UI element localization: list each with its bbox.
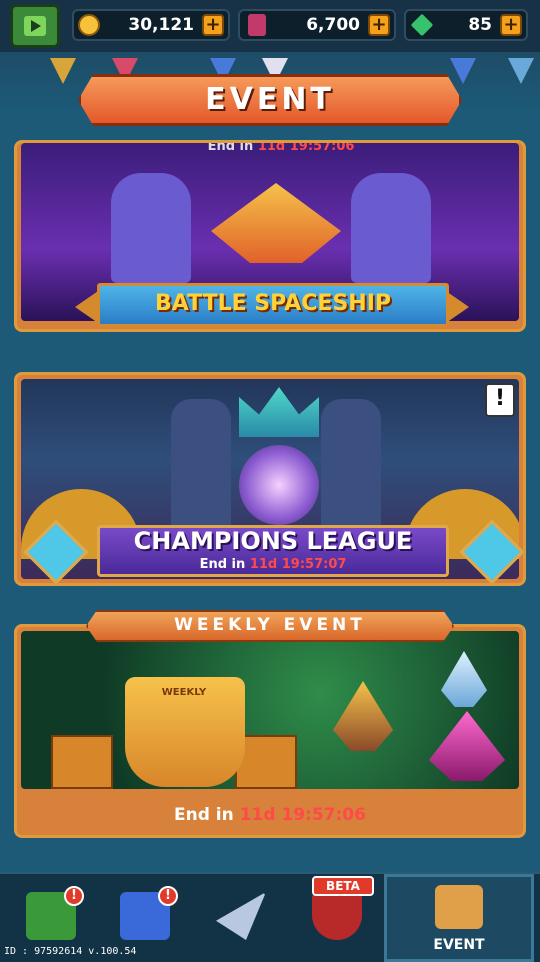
beta-badge: BETA: [312, 876, 374, 896]
notification-badge: !: [64, 886, 84, 906]
battle-spaceship-card[interactable]: End in 11d 19:57:06 BATTLE SPACESHIP: [14, 140, 526, 332]
ticket-value: 6,700: [306, 15, 360, 35]
gem-counter: 85 +: [404, 9, 528, 41]
crown-icon: [239, 387, 319, 437]
shield-lock-icon: [312, 892, 362, 940]
add-tickets-button[interactable]: +: [368, 14, 390, 36]
champions-timer-prefix: End in: [199, 557, 246, 572]
battle-timer-prefix: End in: [207, 143, 254, 154]
weekly-timer-prefix: End in: [174, 805, 234, 825]
weekly-event-artwork: WEEKLY: [21, 631, 519, 789]
battle-timer-value: 11d 19:57:06: [257, 143, 355, 154]
spaceship-icon: [211, 183, 341, 263]
nav-event-label: EVENT: [433, 937, 485, 953]
shop-icon[interactable]: [10, 4, 60, 48]
robot-icon: [351, 173, 431, 283]
nav-item-event[interactable]: EVENT: [384, 874, 534, 962]
fighter-ship-icon: [429, 711, 505, 781]
weekly-timer-value: 11d 19:57:06: [239, 805, 366, 825]
notification-badge: !: [158, 886, 178, 906]
add-coins-button[interactable]: +: [202, 14, 224, 36]
weekly-event-card[interactable]: WEEKLY End in 11d 19:57:06: [14, 624, 526, 838]
champions-league-title: CHAMPIONS LEAGUE: [133, 527, 413, 555]
orb-icon: [239, 445, 319, 525]
fighter-ship-icon: [441, 651, 487, 707]
flag-decoration: [450, 58, 476, 84]
weekly-timer: End in 11d 19:57:06: [17, 805, 523, 825]
gem-icon: [410, 13, 434, 37]
page-title: EVENT: [205, 82, 335, 117]
ticket-icon: [248, 14, 266, 36]
play-icon: [24, 16, 46, 36]
champions-league-card[interactable]: ! CHAMPIONS LEAGUE End in 11d 19:57:07: [14, 372, 526, 586]
champions-timer: End in 11d 19:57:07: [97, 557, 449, 572]
coin-icon: [78, 14, 100, 36]
gem-value: 85: [468, 15, 492, 35]
alert-icon: !: [485, 383, 515, 417]
coin-counter: 30,121 +: [72, 9, 230, 41]
spaceship-icon: [216, 892, 266, 940]
battle-timer: End in 11d 19:57:06: [181, 143, 381, 154]
event-icon: [435, 885, 483, 929]
flag-decoration: [50, 58, 76, 84]
top-bar: 30,121 + 6,700 + 85 +: [0, 0, 540, 52]
nav-item-spaceship[interactable]: [196, 874, 286, 962]
weekly-event-label: WEEKLY EVENT: [174, 615, 366, 635]
robot-icon: [111, 173, 191, 283]
add-gems-button[interactable]: +: [500, 14, 522, 36]
podium-decoration: [51, 735, 113, 789]
fighter-ship-icon: [333, 681, 393, 751]
version-text: ID : 97592614 v.100.54: [4, 946, 137, 957]
flag-decoration: [508, 58, 534, 84]
battle-spaceship-title: BATTLE SPACESHIP: [154, 291, 392, 316]
champions-timer-value: 11d 19:57:07: [249, 557, 347, 572]
trophy-text: WEEKLY: [161, 687, 207, 698]
coin-value: 30,121: [128, 15, 194, 35]
ticket-counter: 6,700 +: [238, 9, 396, 41]
